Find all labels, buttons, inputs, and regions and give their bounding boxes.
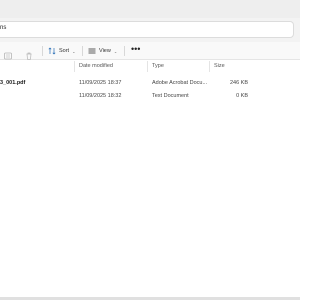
address-bar[interactable]: ns: [0, 21, 294, 38]
view-icon: [88, 48, 96, 54]
share-icon[interactable]: [4, 47, 12, 60]
sort-button[interactable]: Sort ⌄: [48, 45, 75, 57]
toolbar-divider: [82, 46, 83, 56]
view-label: View: [99, 48, 111, 54]
file-date-modified: 11/09/2025 18:37: [79, 80, 122, 86]
file-name: 3_001.pdf: [0, 80, 26, 86]
toolbar-divider: [124, 46, 125, 56]
file-date-modified: 11/09/2025 18:32: [79, 93, 122, 99]
file-type: Text Document: [152, 93, 189, 99]
more-icon[interactable]: •••: [131, 43, 140, 55]
file-row[interactable]: 11/09/2025 18:32 Text Document 0 KB: [0, 90, 300, 102]
trash-icon[interactable]: [25, 47, 33, 60]
address-bar-path: ns: [0, 25, 7, 31]
column-divider[interactable]: [147, 61, 148, 72]
column-divider[interactable]: [209, 61, 210, 72]
sort-icon: [48, 47, 56, 55]
address-bar-row: ns: [0, 18, 300, 42]
sort-label: Sort: [59, 48, 70, 54]
command-bar: Sort ⌄ View ⌄ •••: [0, 42, 300, 60]
file-type: Adobe Acrobat Docu...: [152, 80, 208, 86]
file-row[interactable]: 3_001.pdf 11/09/2025 18:37 Adobe Acrobat…: [0, 77, 300, 89]
chevron-down-icon: ⌄: [113, 48, 118, 54]
view-button[interactable]: View ⌄: [88, 45, 117, 57]
toolbar-divider: [42, 46, 43, 56]
file-size: 246 KB: [229, 80, 248, 86]
window-title-bar: [0, 0, 300, 18]
column-header-size[interactable]: Size: [214, 63, 225, 69]
column-header-date-modified[interactable]: Date modified: [79, 63, 113, 69]
column-header-row: Date modified Type Size: [0, 60, 300, 72]
file-size: 0 KB: [236, 93, 248, 99]
column-divider[interactable]: [74, 61, 75, 72]
chevron-down-icon: ⌄: [72, 48, 76, 54]
column-header-type[interactable]: Type: [152, 63, 164, 69]
